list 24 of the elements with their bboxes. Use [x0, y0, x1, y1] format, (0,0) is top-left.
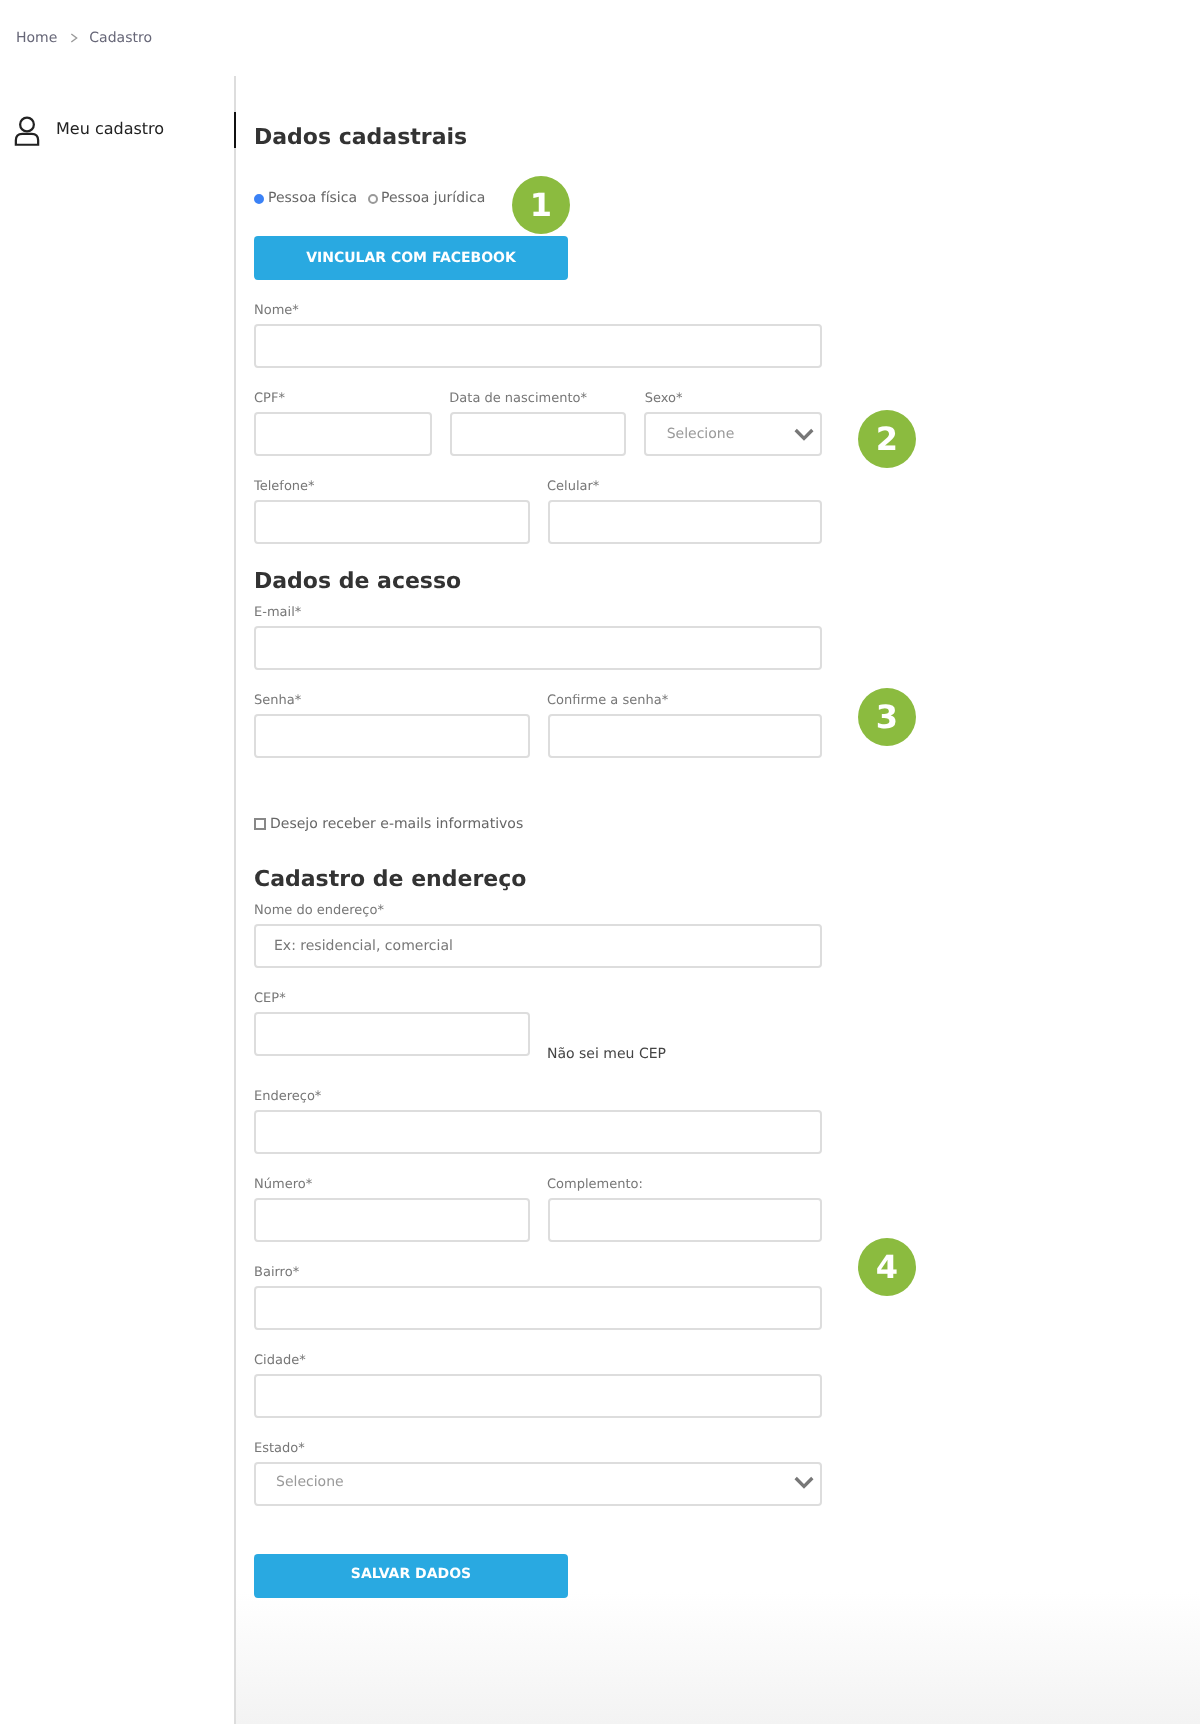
chevron-down-icon [794, 1476, 814, 1490]
user-icon [14, 115, 40, 145]
section-heading: Dados de acesso [254, 568, 464, 596]
input-field[interactable] [254, 1012, 529, 1056]
input-field[interactable] [254, 1197, 529, 1241]
chevron-down-icon [793, 427, 814, 441]
input-field[interactable] [254, 412, 432, 456]
radio-button[interactable] [367, 193, 378, 203]
input-field[interactable] [449, 412, 627, 456]
input-field[interactable] [254, 1285, 822, 1329]
input-field[interactable] [254, 714, 529, 758]
checkbox[interactable] [254, 818, 266, 830]
radio-button[interactable] [254, 193, 264, 203]
section-heading: Dados cadastrais [254, 124, 470, 152]
input-field[interactable] [547, 500, 822, 544]
input-field[interactable] [254, 626, 822, 670]
input-field[interactable] [547, 1197, 822, 1241]
chevron-icon [69, 32, 78, 44]
input-field[interactable] [254, 1109, 822, 1153]
input-field[interactable] [254, 324, 822, 368]
section-heading: Cadastro de endereço [254, 866, 529, 894]
input-field[interactable] [254, 1373, 822, 1417]
input-field[interactable] [547, 714, 822, 758]
input-field[interactable] [254, 500, 529, 544]
